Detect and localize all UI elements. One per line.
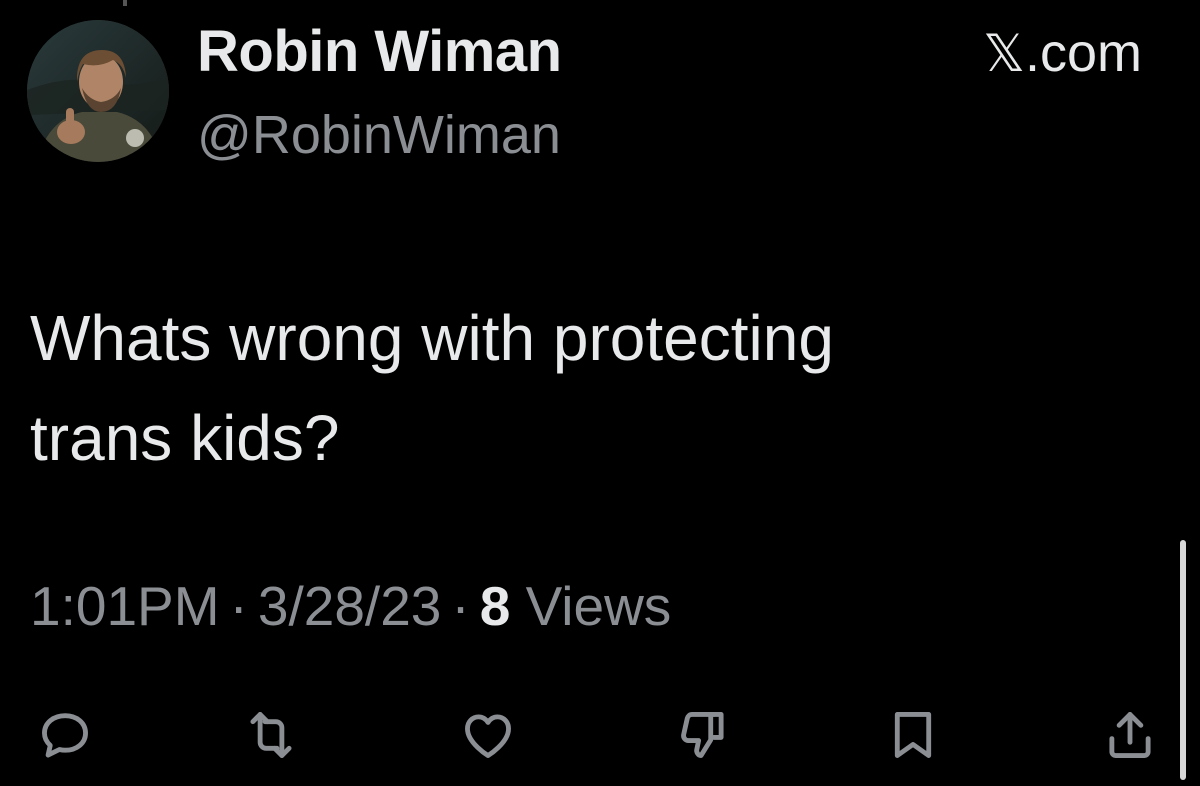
tweet-time[interactable]: 1:01PM <box>30 575 220 637</box>
tweet-text-line: trans kids? <box>30 402 340 474</box>
tweet-actions-bar <box>0 700 1200 780</box>
scrollbar-thumb[interactable] <box>1180 540 1186 780</box>
share-icon <box>1109 712 1151 758</box>
author-avatar[interactable] <box>27 20 169 162</box>
tweet-text-line: Whats wrong with protecting <box>30 302 834 374</box>
top-divider-mark <box>123 0 127 6</box>
tweet-date[interactable]: 3/28/23 <box>258 575 442 637</box>
bookmark-icon <box>894 712 932 758</box>
meta-separator: · <box>451 575 470 637</box>
reply-icon <box>42 713 88 758</box>
retweet-icon <box>250 712 292 758</box>
views-count: 8 <box>479 575 511 637</box>
author-handle[interactable]: @RobinWiman <box>197 104 561 166</box>
dislike-button[interactable] <box>668 700 738 770</box>
meta-separator: · <box>229 575 248 637</box>
reply-button[interactable] <box>30 700 100 770</box>
tweet-text: Whats wrong with protecting trans kids? <box>30 288 1130 488</box>
like-button[interactable] <box>453 700 523 770</box>
brand-domain-text: .com <box>1024 23 1142 83</box>
x-logo-icon: 𝕏 <box>983 24 1025 84</box>
x-brand-label: 𝕏 .com <box>983 22 1142 84</box>
retweet-button[interactable] <box>236 700 306 770</box>
bookmark-button[interactable] <box>878 700 948 770</box>
tweet-meta: 1:01PM · 3/28/23 · 8 Views <box>30 574 671 638</box>
author-display-name[interactable]: Robin Wiman <box>197 18 562 85</box>
views-label: Views <box>525 575 672 637</box>
tweet-card: Robin Wiman @RobinWiman 𝕏 .com Whats wro… <box>0 0 1200 786</box>
heart-icon <box>465 714 511 758</box>
avatar-photo <box>27 20 169 162</box>
thumbs-down-icon <box>681 712 724 758</box>
share-button[interactable] <box>1095 700 1165 770</box>
